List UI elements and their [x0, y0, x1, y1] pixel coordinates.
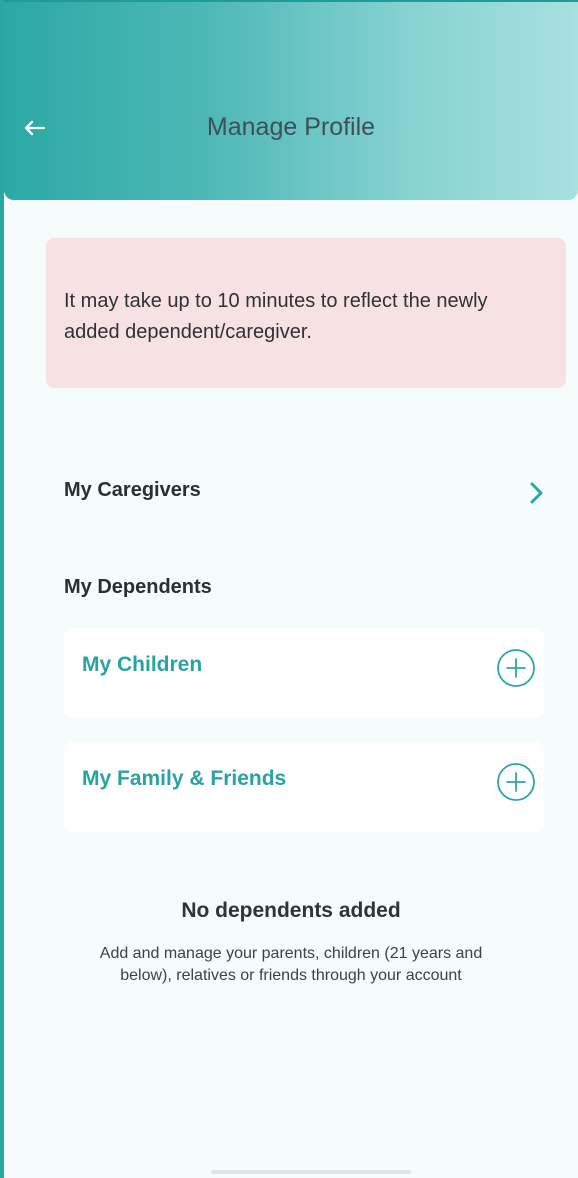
caregivers-row[interactable]: My Caregivers — [64, 479, 546, 504]
dependents-label: My Dependents — [64, 576, 212, 598]
my-children-card[interactable]: My Children — [64, 628, 544, 718]
manage-profile-screen: Manage Profile It may take up to 10 minu… — [0, 0, 578, 1178]
page-title: Manage Profile — [206, 113, 376, 141]
empty-state-title: No dependents added — [181, 899, 401, 922]
plus-circle-icon[interactable] — [496, 648, 536, 688]
my-children-label: My Children — [82, 653, 203, 676]
notice-text: It may take up to 10 minutes to reflect … — [64, 290, 488, 343]
home-indicator — [211, 1170, 411, 1174]
caregivers-label: My Caregivers — [64, 479, 201, 501]
plus-circle-icon[interactable] — [496, 762, 536, 802]
dependents-heading: My Dependents — [64, 576, 546, 599]
family-friends-label: My Family & Friends — [82, 767, 287, 790]
chevron-right-icon — [530, 482, 543, 504]
app-header: Manage Profile — [4, 0, 578, 200]
info-notice: It may take up to 10 minutes to reflect … — [46, 238, 566, 388]
empty-state-description: Add and manage your parents, children (2… — [99, 945, 483, 984]
family-friends-card[interactable]: My Family & Friends — [64, 742, 544, 832]
